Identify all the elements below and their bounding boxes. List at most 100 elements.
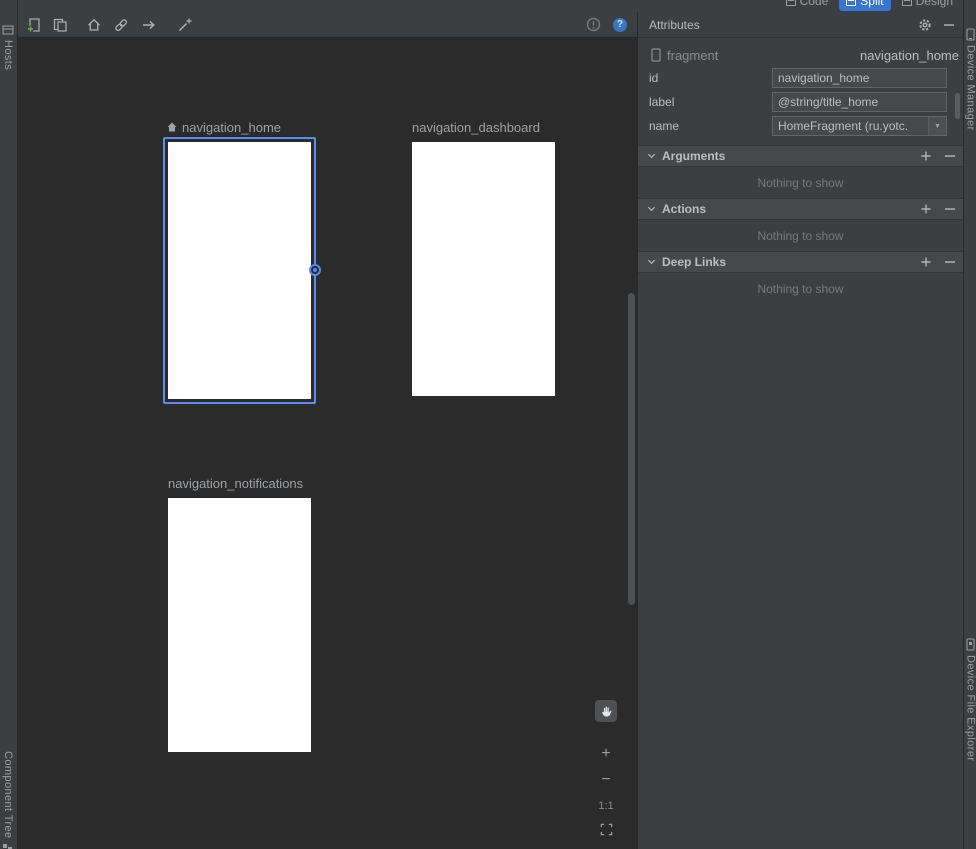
- pan-hand-icon: [599, 704, 614, 719]
- duplicate-icon: [52, 17, 68, 33]
- device-manager-icon: [965, 28, 976, 41]
- panel-vertical-scrollbar[interactable]: [955, 93, 960, 119]
- canvas-vertical-scrollbar[interactable]: [628, 293, 635, 605]
- fragment-icon: [651, 48, 661, 62]
- device-manager-label: Device Manager: [965, 45, 976, 131]
- add-action-button[interactable]: [140, 16, 158, 34]
- fragment-notifications-label[interactable]: navigation_notifications: [168, 476, 303, 490]
- auto-arrange-button[interactable]: [176, 16, 194, 34]
- zoom-ratio-label: 1:1: [595, 800, 617, 812]
- new-destination-button[interactable]: [25, 16, 43, 34]
- magic-wand-icon: [177, 17, 193, 33]
- navigation-graph-canvas[interactable]: navigation_home navigation_dashboard nav…: [18, 38, 637, 849]
- pan-tool-button[interactable]: [595, 700, 617, 722]
- gear-icon[interactable]: [918, 18, 932, 32]
- deep-links-title: Deep Links: [662, 255, 726, 269]
- zoom-to-fit-icon: [599, 822, 614, 837]
- fragment-dashboard-name: navigation_dashboard: [412, 120, 540, 135]
- sidebar-item-component-tree[interactable]: Component Tree: [2, 751, 14, 849]
- tab-design[interactable]: Design: [895, 0, 960, 11]
- right-tool-stripe: Device Manager Device File Explorer: [963, 0, 976, 849]
- zoom-out-button[interactable]: −: [595, 772, 617, 788]
- deep-links-chevron-down-icon: [647, 258, 656, 266]
- hosts-label: Hosts: [2, 40, 14, 70]
- id-field-label: id: [649, 71, 772, 85]
- actions-chevron-down-icon: [647, 205, 656, 213]
- fragment-notifications-preview[interactable]: [168, 498, 311, 752]
- tab-split-label: Split: [860, 0, 883, 8]
- label-field-label: label: [649, 95, 772, 109]
- nav-editor-toolbar: ?: [18, 12, 637, 38]
- remove-action-icon[interactable]: [944, 203, 956, 215]
- add-action-icon[interactable]: [920, 203, 932, 215]
- component-tree-label: Component Tree: [2, 751, 14, 839]
- device-file-explorer-label: Device File Explorer: [965, 655, 976, 761]
- tab-split[interactable]: Split: [839, 0, 890, 11]
- new-destination-icon: [26, 17, 42, 33]
- sidebar-item-device-manager[interactable]: Device Manager: [964, 28, 976, 131]
- action-arrow-icon: [141, 17, 157, 33]
- fragment-home-name: navigation_home: [182, 120, 281, 135]
- help-icon: ?: [613, 18, 627, 32]
- fragment-dashboard-label[interactable]: navigation_dashboard: [412, 120, 540, 134]
- device-file-explorer-icon: [965, 638, 976, 651]
- duplicate-button[interactable]: [51, 16, 69, 34]
- fragment-dashboard-preview[interactable]: [412, 142, 555, 396]
- zoom-in-button[interactable]: +: [595, 746, 617, 762]
- tab-code-label: Code: [800, 0, 829, 8]
- assign-start-destination-button[interactable]: [85, 16, 103, 34]
- tab-code[interactable]: Code: [779, 0, 836, 11]
- home-icon: [86, 17, 102, 33]
- add-argument-icon[interactable]: [920, 150, 932, 162]
- deep-link-button[interactable]: [112, 16, 130, 34]
- component-type-label: fragment: [667, 48, 718, 63]
- sidebar-item-hosts[interactable]: Hosts: [2, 24, 14, 70]
- field-row-name: name HomeFragment (ru.yotc. ▼: [638, 114, 963, 138]
- design-icon: [902, 0, 912, 6]
- remove-deep-link-icon[interactable]: [944, 256, 956, 268]
- navigation-editor-window: Code Split Design Hosts Component Tree: [0, 0, 976, 849]
- section-deep-links[interactable]: Deep Links: [638, 251, 963, 273]
- arguments-title: Arguments: [662, 149, 725, 163]
- field-row-label: label: [638, 90, 963, 114]
- fragment-home-preview[interactable]: [168, 142, 311, 399]
- hide-panel-minus-icon[interactable]: [943, 19, 955, 31]
- toolbar-right-group: ?: [584, 16, 637, 34]
- actions-empty-text: Nothing to show: [638, 220, 963, 251]
- fragment-home-label[interactable]: navigation_home: [166, 120, 281, 134]
- tab-design-label: Design: [916, 0, 953, 8]
- id-input[interactable]: [772, 68, 947, 88]
- attributes-title: Attributes: [649, 18, 700, 32]
- zoom-to-fit-button[interactable]: [595, 820, 617, 838]
- name-dropdown-value: HomeFragment (ru.yotc.: [773, 119, 928, 133]
- chevron-down-icon: ▼: [928, 117, 946, 135]
- remove-argument-icon[interactable]: [944, 150, 956, 162]
- name-field-label: name: [649, 119, 772, 133]
- error-indicator-icon: [586, 17, 601, 32]
- add-deep-link-icon[interactable]: [920, 256, 932, 268]
- link-icon: [113, 17, 129, 33]
- component-id-value: navigation_home: [860, 48, 959, 63]
- sidebar-item-device-file-explorer[interactable]: Device File Explorer: [964, 638, 976, 761]
- section-arguments[interactable]: Arguments: [638, 145, 963, 167]
- zoom-controls: + − 1:1: [595, 700, 619, 838]
- attributes-panel-header: Attributes: [638, 12, 963, 38]
- field-row-id: id: [638, 66, 963, 90]
- fragment-home-action-handle[interactable]: [309, 264, 321, 276]
- section-actions[interactable]: Actions: [638, 198, 963, 220]
- selected-component-row: fragment navigation_home: [638, 44, 963, 66]
- help-button[interactable]: ?: [611, 16, 629, 34]
- left-tool-stripe: Hosts Component Tree: [0, 0, 18, 849]
- fragment-notifications-name: navigation_notifications: [168, 476, 303, 491]
- action-handle-dot: [313, 268, 317, 272]
- deep-links-empty-text: Nothing to show: [638, 273, 963, 304]
- fragment-home-selected-frame[interactable]: [163, 137, 316, 404]
- arguments-chevron-down-icon: [647, 152, 656, 160]
- code-icon: [786, 0, 796, 6]
- label-input[interactable]: [772, 92, 947, 112]
- attributes-panel: Attributes fragment navigation_home id: [637, 12, 963, 849]
- editor-mode-tabs: Code Split Design: [779, 0, 960, 11]
- split-icon: [846, 0, 856, 6]
- name-dropdown[interactable]: HomeFragment (ru.yotc. ▼: [772, 116, 947, 136]
- issues-button[interactable]: [584, 16, 602, 34]
